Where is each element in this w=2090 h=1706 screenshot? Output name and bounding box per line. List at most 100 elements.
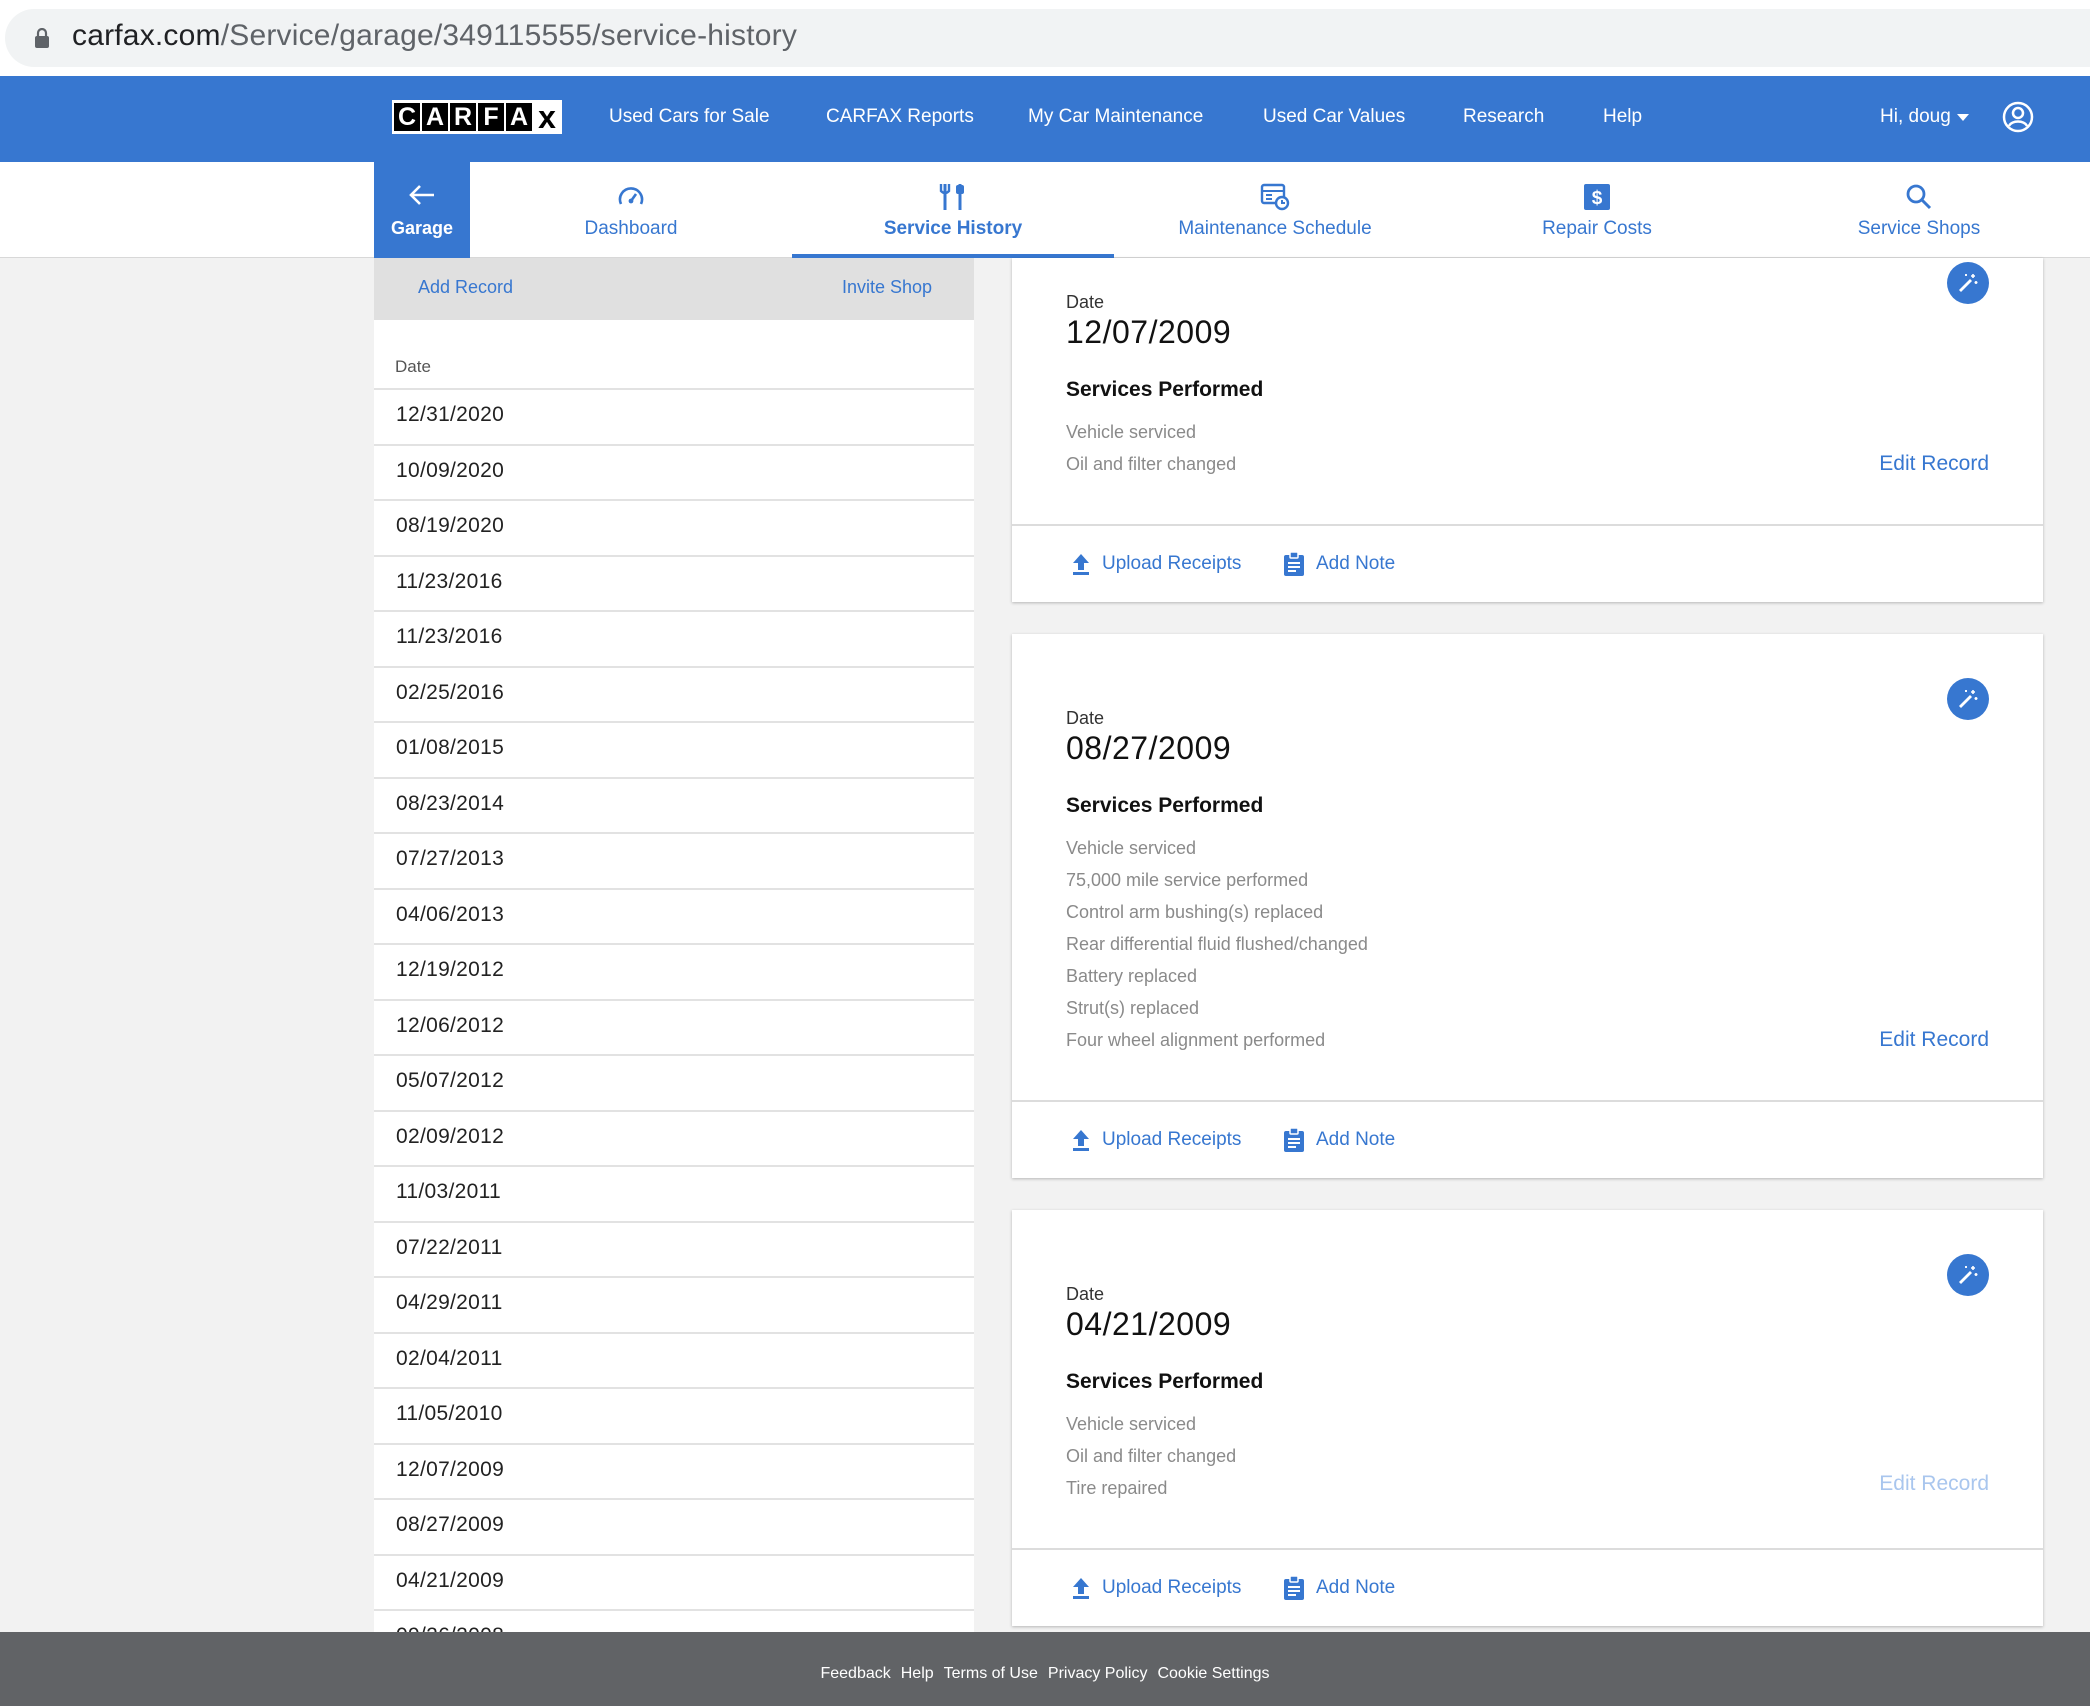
service-record-card: Date 08/27/2009 Services Performed Vehic… — [1012, 634, 2043, 1178]
edit-fab-button[interactable] — [1947, 262, 1989, 304]
tab-maintenance-schedule[interactable]: Maintenance Schedule — [1114, 162, 1436, 258]
speedometer-icon — [618, 187, 644, 205]
upload-receipts-button[interactable]: Upload Receipts — [1070, 1126, 1241, 1154]
date-list-item[interactable]: 05/07/2012 — [374, 1054, 974, 1110]
date-list-item[interactable]: 04/21/2009 — [374, 1553, 974, 1610]
add-note-label: Add Note — [1316, 1577, 1396, 1598]
invite-shop-button[interactable]: Invite Shop — [842, 277, 932, 298]
services-list: Vehicle serviced Oil and filter changed — [1066, 416, 1236, 480]
add-note-button[interactable]: Add Note — [1282, 1126, 1395, 1154]
tab-service-history[interactable]: Service History — [792, 162, 1114, 258]
date-list-item[interactable]: 04/29/2011 — [374, 1276, 974, 1332]
url-path: /Service/garage/349115555/service-histor… — [220, 19, 798, 52]
date-list-item[interactable]: 08/27/2009 — [374, 1498, 974, 1554]
record-date-label: Date — [1066, 292, 1105, 312]
service-item: Oil and filter changed — [1066, 1446, 1237, 1466]
garage-back-button[interactable]: Garage — [374, 162, 470, 258]
account-icon[interactable] — [2002, 101, 2034, 133]
date-list-item[interactable]: 04/06/2013 — [374, 887, 974, 944]
logo-letter: C — [394, 103, 420, 131]
tab-repair-costs[interactable]: $ Repair Costs — [1436, 162, 1758, 258]
date-list-item[interactable]: 07/27/2013 — [374, 832, 974, 888]
services-list: Vehicle serviced 75,000 mile service per… — [1066, 832, 1368, 1056]
footer-link-feedback[interactable]: Feedback — [820, 1665, 890, 1682]
nav-my-car-maintenance[interactable]: My Car Maintenance — [1028, 106, 1203, 128]
nav-used-car-values[interactable]: Used Car Values — [1263, 106, 1405, 128]
services-list: Vehicle serviced Oil and filter changed … — [1066, 1408, 1236, 1504]
tools-icon — [939, 184, 964, 210]
record-actions: Upload Receipts Add Note — [1012, 524, 2043, 602]
nav-used-cars-for-sale[interactable]: Used Cars for Sale — [609, 106, 770, 128]
add-note-button[interactable]: Add Note — [1282, 550, 1395, 578]
footer-link-help[interactable]: Help — [901, 1665, 934, 1682]
carfax-logo[interactable]: CARFAx — [392, 100, 562, 134]
date-list-item[interactable]: 02/25/2016 — [374, 665, 974, 722]
upload-receipts-label: Upload Receipts — [1102, 553, 1242, 574]
edit-fab-button[interactable] — [1947, 678, 1989, 720]
date-list-item[interactable]: 12/19/2012 — [374, 943, 974, 999]
add-record-button[interactable]: Add Record — [418, 277, 513, 298]
tab-label: Dashboard — [584, 218, 678, 239]
service-item: Control arm bushing(s) replaced — [1066, 902, 1324, 922]
add-note-button[interactable]: Add Note — [1282, 1574, 1395, 1602]
clipboard-icon — [1284, 1127, 1304, 1152]
date-list-item[interactable]: 11/05/2010 — [374, 1387, 974, 1443]
date-list-item[interactable]: 12/31/2020 — [374, 388, 974, 444]
record-date: 04/21/2009 — [1066, 1306, 1232, 1342]
record-actions: Upload Receipts Add Note — [1012, 1100, 2043, 1178]
edit-record-link[interactable]: Edit Record — [1879, 452, 1989, 476]
clipboard-icon — [1284, 551, 1304, 576]
service-item: Vehicle serviced — [1066, 838, 1197, 858]
upload-receipts-label: Upload Receipts — [1102, 1577, 1242, 1598]
footer-link-cookie-settings[interactable]: Cookie Settings — [1157, 1665, 1269, 1682]
edit-record-link[interactable]: Edit Record — [1879, 1028, 1989, 1052]
service-record-card: Date 04/21/2009 Services Performed Vehic… — [1012, 1210, 2043, 1626]
date-list-item[interactable]: 11/03/2011 — [374, 1165, 974, 1221]
clipboard-icon — [1284, 1575, 1304, 1600]
date-list-item[interactable]: 01/08/2015 — [374, 721, 974, 777]
upload-receipts-button[interactable]: Upload Receipts — [1070, 1574, 1241, 1602]
service-date-list-panel: Add Record Invite Shop Date 12/31/2020 10… — [374, 258, 974, 1632]
date-list-item[interactable]: 02/09/2012 — [374, 1109, 974, 1166]
lock-icon — [35, 28, 49, 48]
date-list-item[interactable]: 11/23/2016 — [374, 554, 974, 611]
logo-letter: A — [422, 103, 448, 131]
browser-url-bar: carfax.com/Service/garage/349115555/serv… — [0, 0, 2090, 76]
footer-link-privacy[interactable]: Privacy Policy — [1048, 1665, 1148, 1682]
tab-dashboard[interactable]: Dashboard — [470, 162, 792, 258]
date-list-item[interactable]: 10/09/2020 — [374, 443, 974, 500]
upload-receipts-button[interactable]: Upload Receipts — [1070, 550, 1241, 578]
date-list-item[interactable]: 08/19/2020 — [374, 499, 974, 555]
nav-carfax-reports[interactable]: CARFAX Reports — [826, 106, 974, 128]
date-list-item[interactable]: 11/23/2016 — [374, 610, 974, 666]
nav-help[interactable]: Help — [1603, 106, 1642, 128]
date-list-item[interactable]: 09/26/2008 — [374, 1609, 974, 1632]
user-menu[interactable]: Hi, doug — [1880, 106, 1951, 128]
date-list-item[interactable]: 07/22/2011 — [374, 1220, 974, 1277]
record-date: 08/27/2009 — [1066, 730, 1232, 766]
add-note-label: Add Note — [1316, 553, 1396, 574]
nav-research[interactable]: Research — [1463, 106, 1544, 128]
record-date-label: Date — [1066, 708, 1105, 728]
edit-record-link[interactable]: Edit Record — [1879, 1472, 1989, 1496]
tab-service-shops[interactable]: Service Shops — [1758, 162, 2080, 258]
dollar-icon: $ — [1584, 184, 1610, 210]
url-text[interactable]: carfax.com/Service/garage/349115555/serv… — [72, 19, 797, 53]
date-column-header: Date — [395, 357, 431, 376]
date-list-item[interactable]: 12/07/2009 — [374, 1442, 974, 1499]
services-performed-title: Services Performed — [1066, 1370, 1264, 1393]
logo-letter: x — [534, 101, 560, 133]
service-item: Vehicle serviced — [1066, 1414, 1197, 1434]
garage-label: Garage — [390, 218, 454, 238]
date-list-item[interactable]: 08/23/2014 — [374, 776, 974, 833]
footer-link-terms[interactable]: Terms of Use — [944, 1665, 1038, 1682]
services-performed-title: Services Performed — [1066, 794, 1264, 817]
service-record-card: Date 12/07/2009 Services Performed Vehic… — [1012, 258, 2043, 602]
schedule-icon — [1260, 183, 1290, 211]
record-date: 12/07/2009 — [1066, 314, 1232, 350]
edit-fab-button[interactable] — [1947, 1254, 1989, 1296]
date-list-item[interactable]: 02/04/2011 — [374, 1331, 974, 1388]
search-icon — [1906, 184, 1932, 210]
date-list-item[interactable]: 12/06/2012 — [374, 998, 974, 1055]
chevron-down-icon[interactable] — [1957, 114, 1969, 121]
